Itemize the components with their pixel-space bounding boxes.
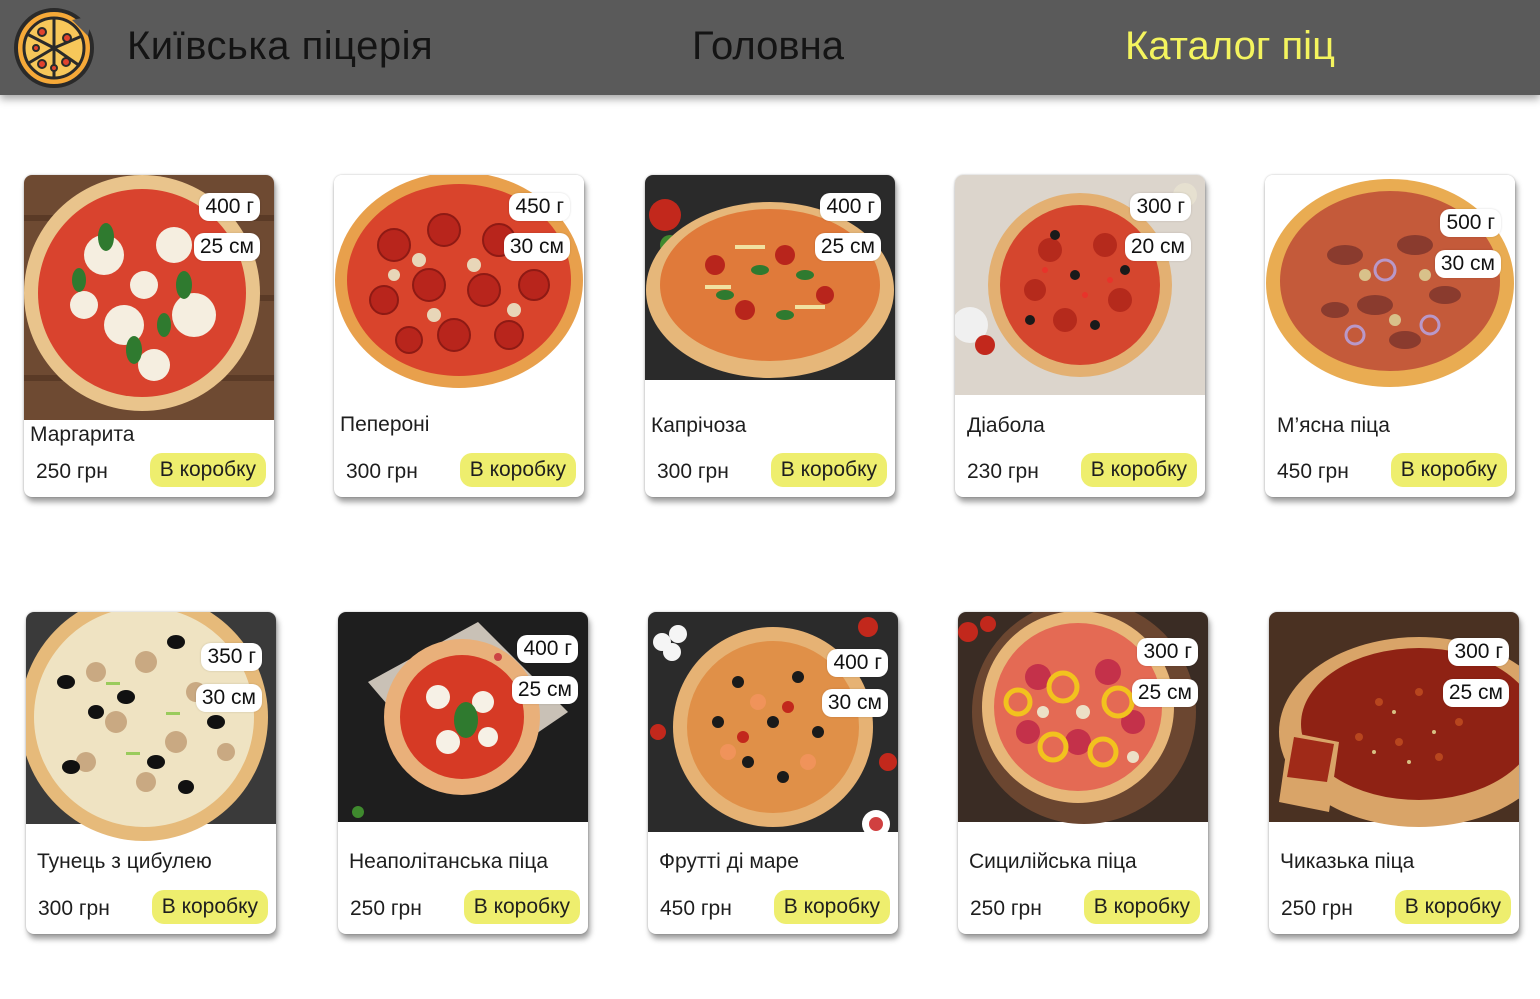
weight-badge: 400 г	[517, 635, 578, 663]
diameter-badge: 25 см	[193, 233, 260, 261]
add-to-box-button[interactable]: В коробку	[1390, 453, 1507, 487]
product-price: 250 грн	[36, 460, 108, 483]
product-name: Капрічоза	[651, 414, 747, 437]
product-name: Сицилійська піца	[969, 850, 1137, 873]
weight-badge: 350 г	[201, 643, 262, 671]
add-to-box-button[interactable]: В коробку	[770, 453, 887, 487]
weight-badge: 500 г	[1440, 209, 1501, 237]
product-name: Тунець з цибулею	[37, 850, 212, 873]
product-name: Неаполітанська піца	[349, 850, 549, 873]
product-name: М’ясна піца	[1277, 414, 1390, 437]
add-to-box-button[interactable]: В коробку	[1083, 890, 1200, 924]
product-price: 250 грн	[350, 897, 422, 920]
product-name: Маргарита	[30, 423, 135, 446]
product-price: 450 грн	[1277, 460, 1349, 483]
diameter-badge: 25 см	[1131, 679, 1198, 707]
weight-badge: 400 г	[820, 193, 881, 221]
product-card: 350 г 30 см Тунець з цибулею 300 грн В к…	[26, 612, 276, 934]
add-to-box-button[interactable]: В коробку	[1080, 453, 1197, 487]
diameter-badge: 25 см	[511, 676, 578, 704]
product-grid: 400 г 25 см Маргарита 250 грн В коробку …	[0, 0, 1540, 999]
product-name: Чиказька піца	[1280, 850, 1415, 873]
product-card: 500 г 30 см М’ясна піца 450 грн В коробк…	[1265, 175, 1515, 497]
add-to-box-button[interactable]: В коробку	[463, 890, 580, 924]
weight-badge: 300 г	[1137, 638, 1198, 666]
diameter-badge: 25 см	[1442, 679, 1509, 707]
diameter-badge: 30 см	[195, 684, 262, 712]
product-card: 300 г 20 см Діабола 230 грн В коробку	[955, 175, 1205, 497]
add-to-box-button[interactable]: В коробку	[1394, 890, 1511, 924]
product-name: Фрутті ді маре	[659, 850, 799, 873]
add-to-box-button[interactable]: В коробку	[151, 890, 268, 924]
product-card: 400 г 25 см Неаполітанська піца 250 грн …	[338, 612, 588, 934]
product-price: 450 грн	[660, 897, 732, 920]
product-price: 250 грн	[1281, 897, 1353, 920]
add-to-box-button[interactable]: В коробку	[773, 890, 890, 924]
product-name: Пепероні	[340, 413, 430, 436]
product-name: Діабола	[967, 414, 1045, 437]
product-price: 250 грн	[970, 897, 1042, 920]
weight-badge: 400 г	[827, 649, 888, 677]
product-card: 400 г 30 см Фрутті ді маре 450 грн В кор…	[648, 612, 898, 934]
diameter-badge: 20 см	[1124, 233, 1191, 261]
weight-badge: 300 г	[1448, 638, 1509, 666]
weight-badge: 450 г	[509, 193, 570, 221]
diameter-badge: 25 см	[814, 233, 881, 261]
product-price: 300 грн	[657, 460, 729, 483]
add-to-box-button[interactable]: В коробку	[459, 453, 576, 487]
weight-badge: 400 г	[199, 193, 260, 221]
product-price: 300 грн	[346, 460, 418, 483]
diameter-badge: 30 см	[503, 233, 570, 261]
product-card: 300 г 25 см Сицилійська піца 250 грн В к…	[958, 612, 1208, 934]
diameter-badge: 30 см	[821, 689, 888, 717]
product-card: 400 г 25 см Капрічоза 300 грн В коробку	[645, 175, 895, 497]
diameter-badge: 30 см	[1434, 250, 1501, 278]
product-card: 300 г 25 см Чиказька піца 250 грн В коро…	[1269, 612, 1519, 934]
product-price: 230 грн	[967, 460, 1039, 483]
weight-badge: 300 г	[1130, 193, 1191, 221]
product-price: 300 грн	[38, 897, 110, 920]
add-to-box-button[interactable]: В коробку	[149, 453, 266, 487]
product-card: 450 г 30 см Пепероні 300 грн В коробку	[334, 175, 584, 497]
product-card: 400 г 25 см Маргарита 250 грн В коробку	[24, 175, 274, 497]
